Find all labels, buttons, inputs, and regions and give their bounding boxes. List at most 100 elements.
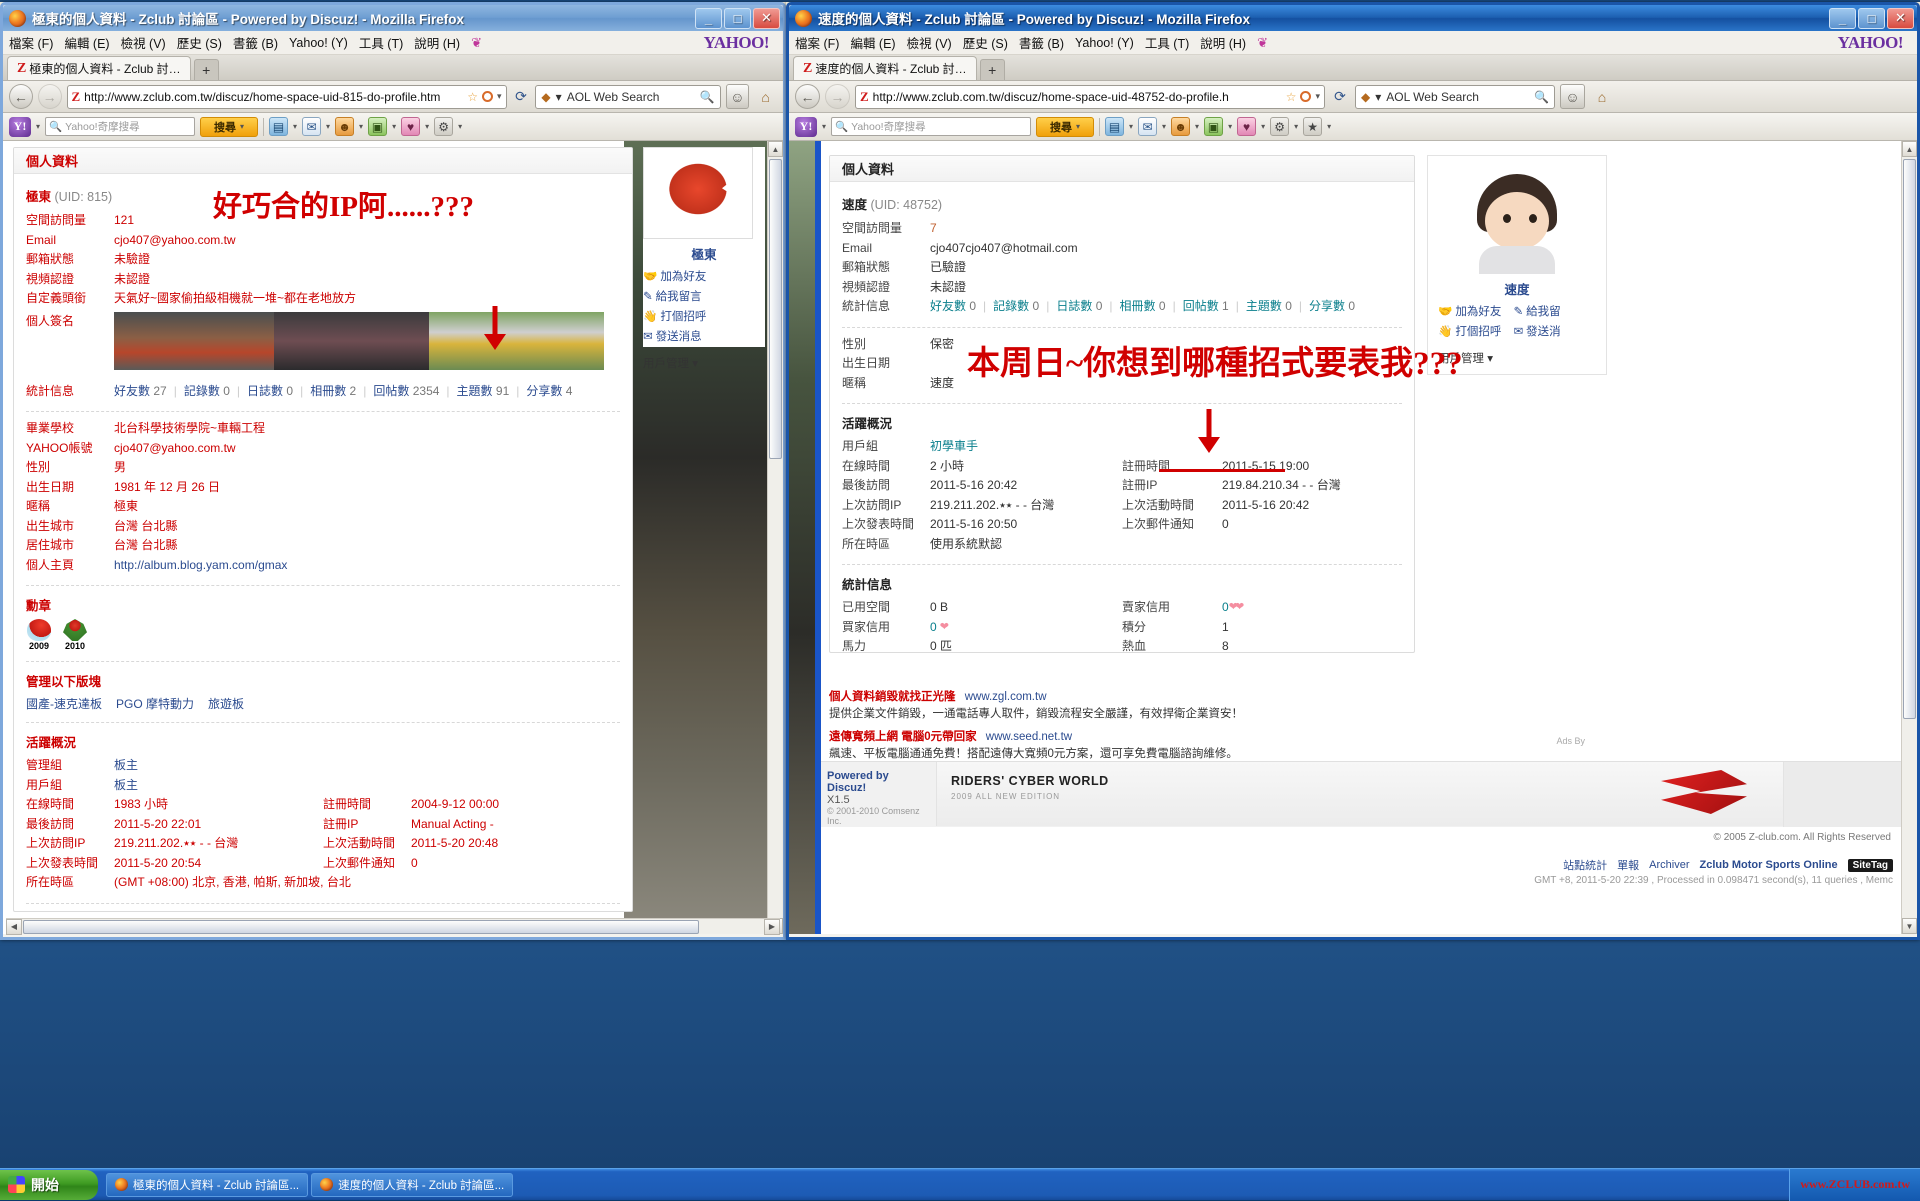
chevron-down-icon[interactable]: ▾ [1162,122,1166,131]
ad-title[interactable]: 個人資料銷毀就找正光隆 [829,691,956,703]
magnifier-icon[interactable]: 🔍 [700,90,715,104]
taskbar-tasks[interactable]: 極東的個人資料 - Zclub 討論區... 速度的個人資料 - Zclub 討… [106,1173,513,1197]
news-icon[interactable]: ▣ [1204,117,1223,136]
footer-link-stats[interactable]: 站點統計 [1563,857,1607,873]
stats-list[interactable]: 好友數 27| 記錄數 0| 日誌數 0| 相冊數 2| 回帖數 2354| 主… [114,382,572,402]
add-friend-link[interactable]: 🤝加為好友 [1438,302,1501,322]
scroll-thumb[interactable] [23,920,699,934]
chevron-down-icon[interactable]: ▾ [240,122,244,131]
yahoo-search-input[interactable]: 🔍 Yahoo!奇摩搜尋 [831,117,1031,136]
chevron-down-icon[interactable]: ▾ [1327,122,1331,131]
messenger-icon[interactable]: ☻ [1171,117,1190,136]
system-tray[interactable]: www.ZCLUB.com.tw [1789,1169,1920,1201]
stat-name[interactable]: 分享數 [1309,297,1345,317]
ad-item[interactable]: 個人資料銷毀就找正光隆 www.zgl.com.tw 提供企業文件銷毀，一通電話… [829,689,1589,723]
mod-board-link[interactable]: 國產-速克達板 [26,695,102,712]
chevron-down-icon[interactable]: ▾ [1294,122,1298,131]
menu-item-file[interactable]: 檔案 (F) [9,33,53,52]
menu-item-help[interactable]: 說明 (H) [414,33,460,52]
avatar[interactable] [643,147,753,239]
web-search-box[interactable]: ◆ ▾ AOL Web Search 🔍 [1355,85,1555,109]
scroll-up-arrow[interactable]: ▲ [768,141,783,157]
mail-icon[interactable]: ✉ [1138,117,1157,136]
chevron-down-icon[interactable]: ▾ [1129,122,1133,131]
scroll-left-arrow[interactable]: ◀ [6,919,22,935]
activity-value[interactable]: 板主 [114,756,138,776]
activity-value[interactable]: 板主 [114,776,138,796]
avatar-wrapper[interactable] [1438,166,1596,274]
minimize-button[interactable]: _ [695,8,722,29]
mod-board-links[interactable]: 國產-速克達板 PGO 摩特動力 旅遊板 [26,695,620,712]
chevron-down-icon[interactable]: ▾ [392,122,396,131]
sitetag-badge[interactable]: SiteTag [1848,859,1893,872]
bookmarks-icon[interactable]: ▤ [1105,117,1124,136]
chevron-down-icon[interactable]: ▾ [425,122,429,131]
chevron-down-icon[interactable]: ▾ [293,122,297,131]
homepage-link[interactable]: http://album.blog.yam.com/gmax [114,556,287,576]
titlebar-left[interactable]: 極東的個人資料 - Zclub 討論區 - Powered by Discuz!… [3,5,783,31]
chevron-down-icon[interactable]: ▾ [36,122,40,131]
menu-item-view[interactable]: 檢視 (V) [121,33,166,52]
chevron-down-icon[interactable]: ▾ [1195,122,1199,131]
stat-name[interactable]: 分享數 [526,382,562,402]
reload-button[interactable]: ⟳ [512,86,531,108]
menu-item-edit[interactable]: 編輯 (E) [850,33,895,52]
games-icon[interactable]: ♥ [1237,117,1256,136]
stat-name[interactable]: 主題數 [457,382,493,402]
rail-actions[interactable]: 🤝加為好友 ✎給我留言 👋打個招呼 ✉發送消息 [643,267,765,347]
menu-item-bookmarks[interactable]: 書籤 (B) [1019,33,1064,52]
chevron-down-icon[interactable]: ▾ [497,91,502,102]
mod-board-link[interactable]: PGO 摩特動力 [116,695,194,712]
browser-tab[interactable]: Z 速度的個人資料 - Zclub 討… [793,56,977,80]
add-friend-link[interactable]: 🤝加為好友 [643,267,706,287]
avatar[interactable] [1463,166,1571,274]
ad-url[interactable]: www.seed.net.tw [986,731,1072,743]
forward-button[interactable]: → [38,84,62,109]
yahoo-toolbar-right[interactable]: Y! ▾ 🔍 Yahoo!奇摩搜尋 搜尋 ▾ ▤▾ ✉▾ ☻▾ ▣▾ ♥▾ ⚙▾… [789,113,1917,141]
tools-icon[interactable]: ⚙ [1270,117,1289,136]
menu-item-edit[interactable]: 編輯 (E) [64,33,109,52]
footer-link-archiver[interactable]: Archiver [1649,859,1689,871]
menu-item-history[interactable]: 歷史 (S) [177,33,222,52]
titlebar-right[interactable]: 速度的個人資料 - Zclub 討論區 - Powered by Discuz!… [789,5,1917,31]
taskbar[interactable]: 開始 極東的個人資料 - Zclub 討論區... 速度的個人資料 - Zclu… [0,1168,1920,1200]
leave-message-link[interactable]: ✎給我留言 [643,287,702,307]
ad-url[interactable]: www.zgl.com.tw [965,691,1047,703]
back-button[interactable]: ← [795,84,820,109]
stat-name[interactable]: 回帖數 [373,382,409,402]
home-icon[interactable]: ⌂ [1590,85,1614,109]
news-icon[interactable]: ▣ [368,117,387,136]
footer-link-report[interactable]: 單報 [1617,857,1639,873]
close-button[interactable]: ✕ [753,8,780,29]
menu-item-help[interactable]: 說明 (H) [1200,33,1246,52]
mail-icon[interactable]: ✉ [302,117,321,136]
stat-name[interactable]: 好友數 [114,382,150,402]
send-message-link[interactable]: ✉發送消 [1514,322,1561,342]
mod-board-link[interactable]: 旅遊板 [208,695,244,712]
ad-title[interactable]: 遠傳寬頻上網 電腦0元帶回家 [829,731,977,743]
chevron-down-icon[interactable]: ▾ [1315,91,1320,102]
send-message-link[interactable]: ✉發送消息 [643,327,702,347]
window-buttons-left[interactable]: _ □ ✕ [695,8,780,29]
games-icon[interactable]: ♥ [401,117,420,136]
yahoo-toolbar-left[interactable]: Y! ▾ 🔍 Yahoo!奇摩搜尋 搜尋 ▾ ▤▾ ✉▾ ☻▾ ▣▾ ♥▾ ⚙▾ [3,113,783,141]
scroll-up-arrow[interactable]: ▲ [1902,141,1917,157]
menu-item-yahoo[interactable]: Yahoo! (Y) [1075,36,1134,50]
stat-name[interactable]: 相冊數 [1120,297,1156,317]
poke-link[interactable]: 👋打個招呼 [643,307,706,327]
menu-item-bookmarks[interactable]: 書籤 (B) [233,33,278,52]
search-engine-chevron-icon[interactable]: ▾ [556,90,562,104]
yahoo-bang-icon[interactable]: Y! [795,117,817,137]
yahoo-search-input[interactable]: 🔍 Yahoo!奇摩搜尋 [45,117,195,136]
navigation-toolbar-left[interactable]: ← → Z http://www.zclub.com.tw/discuz/hom… [3,81,783,113]
stat-name[interactable]: 日誌數 [247,382,283,402]
bookmarks-icon[interactable]: ▤ [269,117,288,136]
tabstrip-left[interactable]: Z 極東的個人資料 - Zclub 討… + [3,55,783,81]
start-button[interactable]: 開始 [0,1170,98,1200]
vertical-scrollbar-left[interactable]: ▲ ▼ [767,141,783,934]
menu-item-yahoo[interactable]: Yahoo! (Y) [289,36,348,50]
maximize-button[interactable]: □ [724,8,751,29]
discuz-link[interactable]: Powered by Discuz! [827,770,889,794]
chevron-down-icon[interactable]: ▾ [326,122,330,131]
menubar-left[interactable]: 檔案 (F) 編輯 (E) 檢視 (V) 歷史 (S) 書籤 (B) Yahoo… [3,31,783,55]
